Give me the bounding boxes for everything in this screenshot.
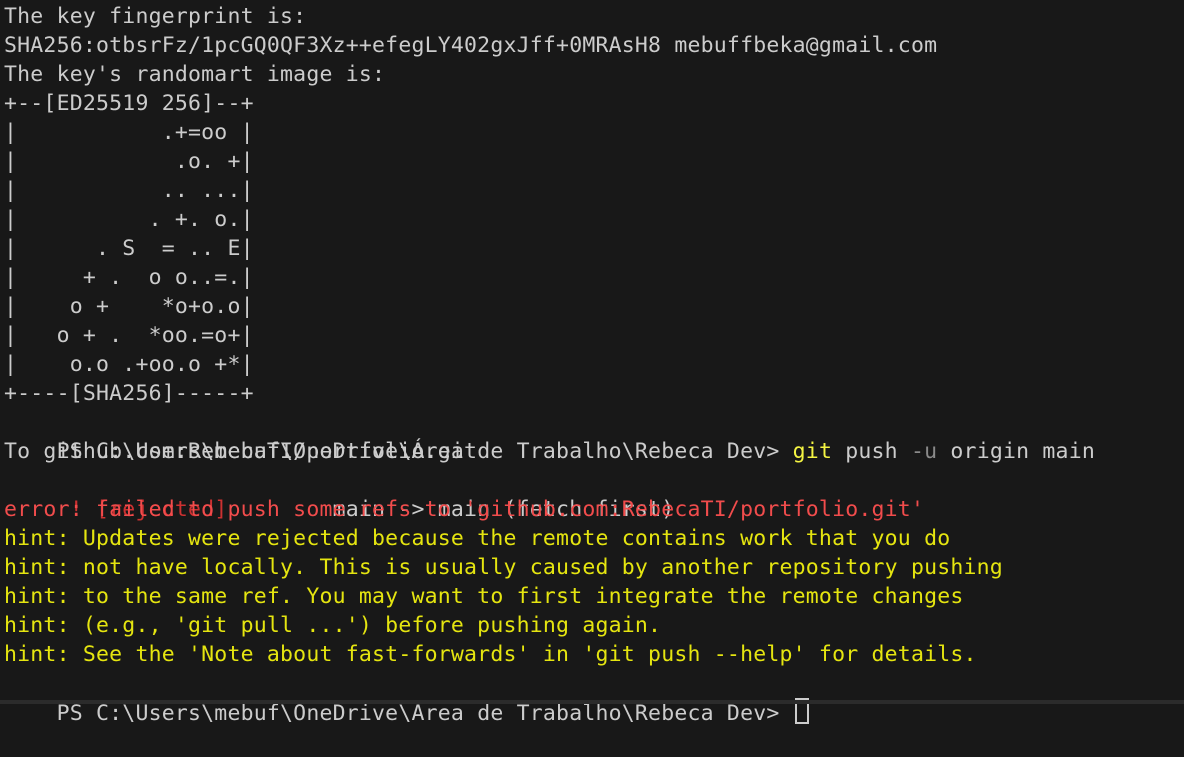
- terminal-output[interactable]: The key fingerprint is: SHA256:otbsrFz/1…: [0, 0, 1184, 726]
- randomart-line: | .o. +|: [4, 149, 254, 174]
- randomart-line: | .. ...|: [4, 178, 254, 203]
- command-program: git: [792, 439, 833, 464]
- hint-line: hint: not have locally. This is usually …: [4, 555, 1003, 580]
- randomart-line: | o + *o+o.o|: [4, 294, 254, 319]
- hint-line: hint: See the 'Note about fast-forwards'…: [4, 642, 977, 667]
- prompt: PS C:\Users\mebuf\OneDrive\Área de Traba…: [56, 701, 793, 726]
- randomart-line: +--[ED25519 256]--+: [4, 91, 254, 116]
- randomart-line: | . S = .. E|: [4, 236, 254, 261]
- panel-border: [0, 700, 1184, 704]
- randomart-line: | + . o o..=.|: [4, 265, 254, 290]
- hint-line: hint: (e.g., 'git pull ...') before push…: [4, 613, 662, 638]
- rejected-line: ! [rejected] main -> main (fetch first): [4, 466, 1184, 522]
- command-args-rest: origin main: [937, 439, 1095, 464]
- randomart-line: +----[SHA256]-----+: [4, 381, 254, 406]
- randomart-line: | .+=oo |: [4, 120, 254, 145]
- hint-line: hint: to the same ref. You may want to f…: [4, 584, 964, 609]
- command-args: push: [832, 439, 911, 464]
- randomart-line: | . +. o.|: [4, 207, 254, 232]
- fingerprint-value: SHA256:otbsrFz/1pcGQ0QF3Xz++efegLY402gxJ…: [4, 33, 938, 58]
- hint-line: hint: Updates were rejected because the …: [4, 526, 951, 551]
- command-flag: -u: [910, 439, 938, 464]
- randomart-line: | o + . *oo.=o+|: [4, 323, 254, 348]
- randomart-image: +--[ED25519 256]--+ | .+=oo | | .o. +| |…: [4, 89, 1184, 408]
- randomart-header: The key's randomart image is:: [4, 62, 386, 87]
- error-message: error: failed to push some refs to 'gith…: [4, 497, 925, 522]
- fingerprint-header: The key fingerprint is:: [4, 4, 307, 29]
- input-line[interactable]: PS C:\Users\mebuf\OneDrive\Área de Traba…: [4, 669, 1184, 726]
- command-line: PS C:\Users\mebuf\OneDrive\Área de Traba…: [4, 408, 1184, 464]
- randomart-line: | o.o .+oo.o +*|: [4, 352, 254, 377]
